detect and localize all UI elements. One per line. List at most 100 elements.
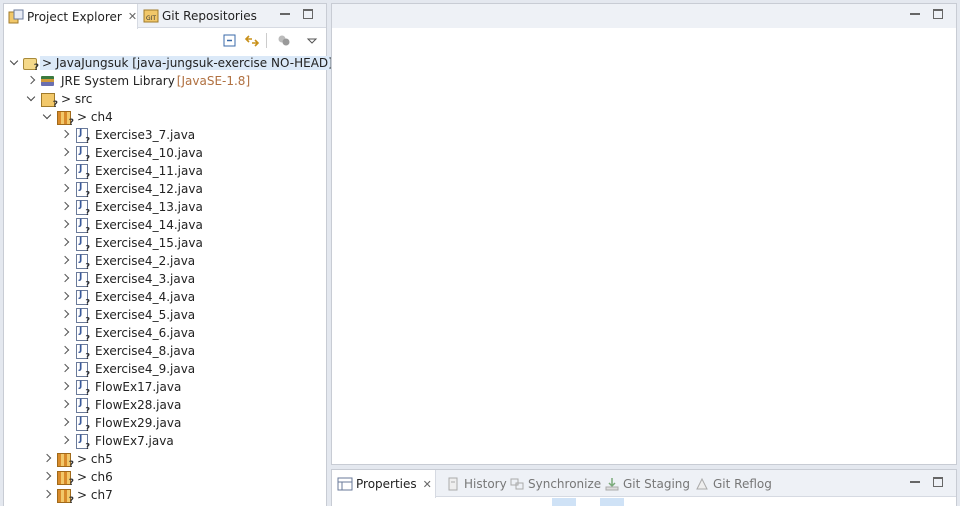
tree-item-file[interactable]: ? Exercise4_3.java — [59, 270, 197, 289]
chevron-right-icon[interactable] — [59, 435, 71, 447]
tab-synchronize[interactable]: Synchronize — [504, 470, 606, 497]
tree-item-file[interactable]: ? Exercise4_4.java — [59, 288, 197, 307]
chevron-right-icon[interactable] — [25, 75, 37, 87]
tree-item-file[interactable]: ? Exercise4_5.java — [59, 306, 197, 325]
tab-git-reflog[interactable]: Git Reflog — [689, 470, 777, 497]
chevron-right-icon[interactable] — [59, 309, 71, 321]
java-file-icon: ? — [74, 433, 90, 451]
tree-item-file[interactable]: ? Exercise4_13.java — [59, 198, 205, 217]
java-file-icon: ? — [74, 163, 90, 181]
tree-item-jre-library[interactable]: JRE System Library [JavaSE-1.8] — [25, 72, 250, 90]
tab-properties[interactable]: Properties ✕ — [332, 470, 436, 498]
tree-item-file[interactable]: ? FlowEx28.java — [59, 396, 183, 415]
maximize-icon[interactable] — [933, 9, 943, 19]
chevron-right-icon[interactable] — [59, 255, 71, 267]
java-file-icon: ? — [74, 307, 90, 325]
chevron-right-icon[interactable] — [59, 165, 71, 177]
chevron-down-icon[interactable] — [8, 57, 20, 69]
chevron-right-icon[interactable] — [59, 291, 71, 303]
java-file-icon: ? — [74, 361, 90, 379]
filters-icon[interactable] — [276, 33, 292, 49]
tree-item-file[interactable]: ? Exercise4_11.java — [59, 162, 205, 181]
tree-item-ch7[interactable]: > ch7 — [41, 486, 115, 506]
chevron-right-icon[interactable] — [41, 489, 53, 501]
collapse-all-icon[interactable] — [222, 33, 238, 49]
minimize-icon[interactable] — [280, 9, 290, 15]
link-with-editor-icon[interactable] — [244, 33, 260, 49]
chevron-right-icon[interactable] — [59, 201, 71, 213]
package-icon — [56, 109, 74, 128]
tree-item-file[interactable]: ? Exercise4_6.java — [59, 324, 197, 343]
chevron-right-icon[interactable] — [59, 363, 71, 375]
java-file-icon: ? — [74, 253, 90, 271]
chevron-right-icon[interactable] — [59, 147, 71, 159]
file-label: Exercise4_5.java — [95, 308, 196, 322]
java-file-icon: ? — [74, 217, 90, 235]
chevron-right-icon[interactable] — [59, 417, 71, 429]
tree-item-ch4[interactable]: > ch4 — [41, 108, 115, 128]
package-icon — [56, 469, 74, 488]
java-file-icon: ? — [74, 235, 90, 253]
file-label: Exercise4_6.java — [95, 326, 196, 340]
tree-item-src[interactable]: > src — [25, 90, 94, 110]
chevron-right-icon[interactable] — [59, 237, 71, 249]
file-label: Exercise4_3.java — [95, 272, 196, 286]
chevron-right-icon[interactable] — [59, 399, 71, 411]
properties-icon — [337, 476, 353, 492]
tab-properties-label: Properties — [356, 477, 417, 491]
tree-item-file[interactable]: ? FlowEx17.java — [59, 378, 183, 397]
project-label: > JavaJungsuk [java-jungsuk-exercise NO-… — [40, 56, 335, 70]
chevron-right-icon[interactable] — [59, 327, 71, 339]
close-icon[interactable]: ✕ — [128, 10, 137, 23]
synchronize-icon — [509, 476, 525, 492]
tree-item-project[interactable]: > JavaJungsuk [java-jungsuk-exercise NO-… — [8, 54, 335, 73]
maximize-icon[interactable] — [933, 477, 943, 487]
tree-item-file[interactable]: ? Exercise4_14.java — [59, 216, 205, 235]
tree-item-file[interactable]: ? Exercise4_8.java — [59, 342, 197, 361]
explorer-toolbar — [4, 28, 326, 52]
tree-item-file[interactable]: ? Exercise3_7.java — [59, 126, 197, 145]
tab-git-repositories[interactable]: GIT Git Repositories — [139, 4, 261, 28]
tree-item-file[interactable]: ? Exercise4_9.java — [59, 360, 197, 379]
chevron-right-icon[interactable] — [41, 471, 53, 483]
chevron-right-icon[interactable] — [59, 219, 71, 231]
chevron-right-icon[interactable] — [59, 273, 71, 285]
tab-project-explorer-label: Project Explorer — [27, 9, 122, 24]
chevron-right-icon[interactable] — [59, 183, 71, 195]
chevron-down-icon[interactable] — [25, 93, 37, 105]
maximize-icon[interactable] — [303, 9, 313, 19]
chevron-down-icon[interactable] — [41, 111, 53, 123]
tab-project-explorer[interactable]: Project Explorer ✕ — [4, 4, 138, 29]
java-file-icon: ? — [74, 325, 90, 343]
library-icon — [40, 73, 56, 89]
tab-git-staging-label: Git Staging — [623, 476, 691, 491]
tree-item-ch6[interactable]: > ch6 — [41, 468, 115, 488]
tab-history[interactable]: History — [440, 470, 512, 497]
chevron-right-icon[interactable] — [41, 453, 53, 465]
chevron-right-icon[interactable] — [59, 345, 71, 357]
chevron-right-icon[interactable] — [59, 129, 71, 141]
file-label: Exercise4_2.java — [95, 254, 196, 268]
tree-item-file[interactable]: ? Exercise4_15.java — [59, 234, 205, 253]
tree-item-file[interactable]: ? Exercise4_2.java — [59, 252, 197, 271]
tree-item-file[interactable]: ? FlowEx29.java — [59, 414, 183, 433]
tree-item-file[interactable]: ? FlowEx7.java — [59, 432, 176, 451]
bottom-toolbar-button[interactable] — [600, 498, 624, 506]
java-file-icon: ? — [74, 145, 90, 163]
bottom-toolbar-button[interactable] — [552, 498, 576, 506]
close-icon[interactable]: ✕ — [423, 478, 432, 491]
view-menu-icon[interactable] — [304, 33, 320, 49]
minimize-icon[interactable] — [910, 9, 920, 15]
java-file-icon: ? — [74, 379, 90, 397]
chevron-right-icon[interactable] — [59, 381, 71, 393]
editor-header — [332, 4, 956, 28]
minimize-icon[interactable] — [910, 477, 920, 483]
file-label: Exercise4_8.java — [95, 344, 196, 358]
tab-git-staging[interactable]: Git Staging — [599, 470, 695, 497]
project-explorer-icon — [8, 9, 24, 25]
tree-item-file[interactable]: ? Exercise4_12.java — [59, 180, 205, 199]
file-label: FlowEx29.java — [95, 416, 182, 430]
java-file-icon: ? — [74, 199, 90, 217]
tree-item-file[interactable]: ? Exercise4_10.java — [59, 144, 205, 163]
tree-item-ch5[interactable]: > ch5 — [41, 450, 115, 470]
